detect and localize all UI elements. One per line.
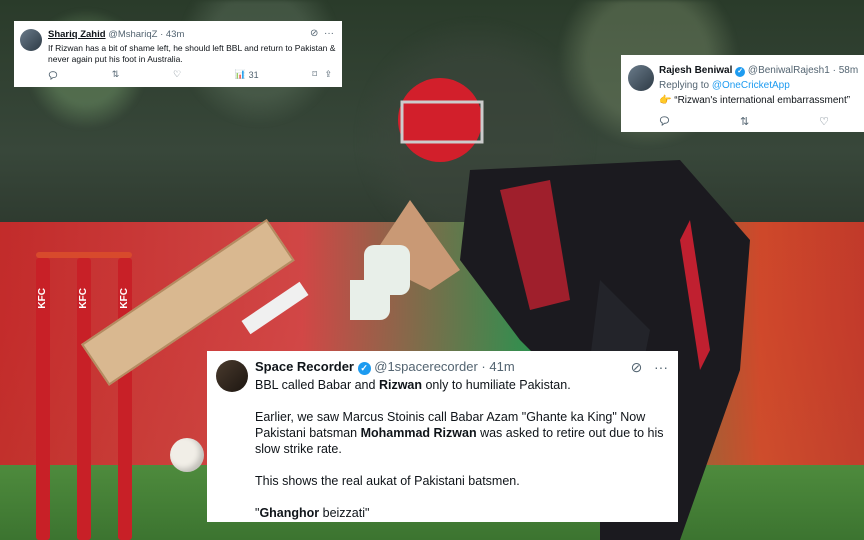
- grok-icon[interactable]: ⊘: [310, 28, 318, 39]
- bookmark-icon[interactable]: ⌑: [312, 69, 317, 80]
- author-name[interactable]: Rajesh Beniwal: [659, 65, 732, 76]
- tweet-text: 👉 “Rizwan's international embarrassment”: [659, 95, 850, 106]
- tweet-text: If Rizwan has a bit of shame left, he sh…: [48, 43, 336, 64]
- retweet-icon[interactable]: ⇅: [740, 115, 749, 129]
- tweet-card-space-recorder[interactable]: Space Recorder ✓ @1spacerecorder · 41m ⊘…: [207, 351, 678, 522]
- avatar[interactable]: [216, 360, 248, 392]
- pointing-emoji: 👉: [659, 95, 672, 106]
- tweet-time[interactable]: 58m: [839, 65, 858, 76]
- like-icon[interactable]: ♡: [819, 115, 829, 129]
- replying-label: Replying to: [659, 80, 710, 91]
- views-button[interactable]: 📊 31: [235, 69, 259, 80]
- tweet-top-icons: ⊘ ···: [310, 28, 334, 39]
- author-handle[interactable]: @BeniwalRajesh1: [748, 65, 830, 76]
- stump-middle: KFC: [77, 258, 91, 540]
- separator-dot: ·: [481, 359, 486, 374]
- tweet-time[interactable]: 43m: [166, 29, 184, 40]
- tweet-paragraph-1: BBL called Babar and Rizwan only to humi…: [255, 378, 571, 392]
- tweet-paragraph-4: "Ghanghor beizzati": [255, 506, 370, 520]
- reply-icon[interactable]: [659, 115, 670, 129]
- author-handle[interactable]: @MshariqZ: [108, 29, 157, 40]
- replying-handle[interactable]: @OneCricketApp: [712, 80, 790, 91]
- author-handle[interactable]: @1spacerecorder: [374, 359, 478, 374]
- author-name[interactable]: Space Recorder: [255, 359, 354, 374]
- tweet-actions: ⇅ ♡: [659, 115, 829, 129]
- tweet-card-rajesh[interactable]: Rajesh Beniwal ✓ @BeniwalRajesh1 · 58m R…: [621, 55, 864, 132]
- tweet-card-shariq[interactable]: Shariq Zahid @MshariqZ · 43m ⊘ ··· If Ri…: [14, 21, 342, 87]
- tweet-paragraph-3: This shows the real aukat of Pakistani b…: [255, 474, 520, 488]
- separator-dot: ·: [832, 65, 836, 76]
- separator-dot: ·: [160, 29, 164, 40]
- more-icon[interactable]: ···: [324, 28, 334, 39]
- tweet-top-icons: ⊘ ···: [631, 359, 668, 376]
- tweet-time[interactable]: 41m: [489, 359, 514, 374]
- tweet-paragraph-2: Earlier, we saw Marcus Stoinis call Baba…: [255, 410, 664, 456]
- more-icon[interactable]: ···: [654, 359, 668, 375]
- stump-right: KFC: [118, 258, 132, 540]
- bookmark-actions: ⌑ ⇪: [312, 69, 332, 80]
- tweet-header: Shariq Zahid @MshariqZ · 43m: [48, 29, 184, 40]
- tweet-header: Rajesh Beniwal ✓ @BeniwalRajesh1 · 58m: [659, 65, 858, 77]
- avatar[interactable]: [628, 65, 654, 91]
- retweet-icon[interactable]: ⇅: [112, 69, 120, 80]
- verified-badge-icon: ✓: [735, 67, 746, 77]
- tweet-actions: ⇅ ♡ 📊 31 ⌑ ⇪: [48, 69, 332, 80]
- avatar[interactable]: [20, 29, 42, 51]
- grok-icon[interactable]: ⊘: [631, 359, 643, 375]
- reply-icon[interactable]: [48, 69, 58, 80]
- share-icon[interactable]: ⇪: [324, 69, 332, 80]
- views-count: 31: [248, 69, 259, 80]
- quote-text: “Rizwan's international embarrassment”: [674, 95, 851, 106]
- tweet-text: BBL called Babar and Rizwan only to humi…: [255, 377, 667, 537]
- cricket-ball: [170, 438, 204, 472]
- stump-left: KFC: [36, 258, 50, 540]
- tweet-header: Space Recorder ✓ @1spacerecorder · 41m: [255, 359, 515, 375]
- like-icon[interactable]: ♡: [173, 69, 181, 80]
- author-name[interactable]: Shariq Zahid: [48, 29, 106, 40]
- views-icon: 📊: [234, 69, 247, 79]
- replying-to: Replying to @OneCricketApp: [659, 80, 790, 91]
- verified-badge-icon: ✓: [357, 362, 371, 375]
